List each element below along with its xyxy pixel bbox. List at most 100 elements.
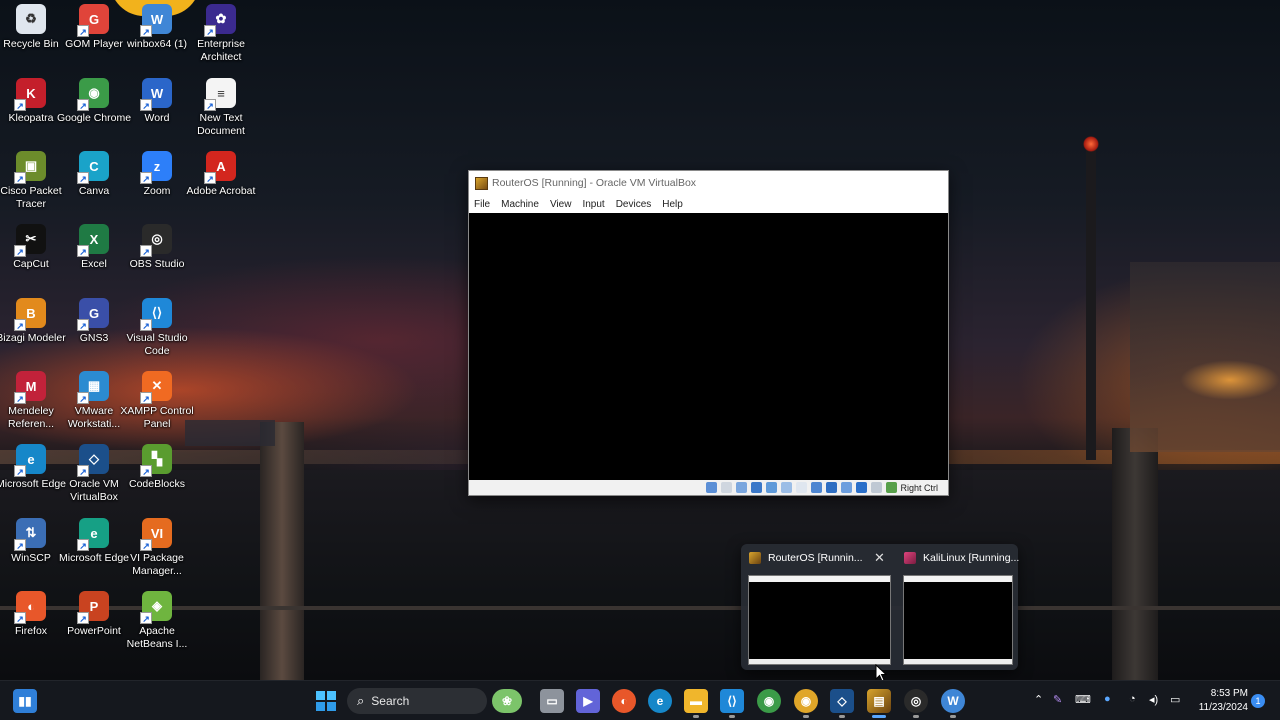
desktop-icon[interactable]: ◇ ↗ Oracle VM VirtualBox (60, 442, 128, 512)
desktop-icon[interactable]: ⇅ ↗ WinSCP (0, 516, 65, 586)
volume-icon[interactable]: ◂) (1149, 693, 1158, 706)
taskbar: ▮▮ ⌕ Search ❀ ▭ ▶ ◐ e ▬ ⟨⟩ ◉ ◉ ◇ ▤ ◎ W ⌃… (0, 680, 1280, 720)
virtualbox-vm-icon[interactable]: ▤ (867, 689, 891, 713)
obs-icon[interactable]: ◎ (904, 689, 928, 713)
chevron-up-icon[interactable]: ⌃ (1034, 693, 1043, 706)
desktop-icon[interactable]: ▣ ↗ Cisco Packet Tracer (0, 149, 65, 219)
vm-display[interactable] (469, 213, 948, 480)
desktop-icon[interactable]: z ↗ Zoom (123, 149, 191, 219)
mouse-integration-icon[interactable] (871, 482, 883, 493)
desktop-icon[interactable]: X ↗ Excel (60, 222, 128, 292)
usb-icon[interactable] (766, 482, 778, 493)
file-explorer-icon[interactable]: ▬ (684, 689, 708, 713)
desktop-icon[interactable]: W ↗ winbox64 (1) (123, 2, 191, 72)
desktop-icon[interactable]: ≡ ↗ New Text Document (187, 76, 255, 146)
desktop-icon[interactable]: ◎ ↗ OBS Studio (123, 222, 191, 292)
shortcut-arrow-icon: ↗ (77, 319, 89, 331)
menu-view[interactable]: View (550, 199, 572, 210)
copilot-icon[interactable]: ❀ (492, 689, 522, 713)
video-capture-icon[interactable] (811, 482, 823, 493)
desktop-icon[interactable]: ◉ ↗ Google Chrome (57, 76, 131, 146)
menu-file[interactable]: File (474, 199, 490, 210)
desktop-icon[interactable]: ◈ ↗ Apache NetBeans I... (123, 589, 191, 659)
network-icon[interactable] (751, 482, 763, 493)
storage-icon[interactable] (706, 482, 718, 493)
notification-badge[interactable]: 1 (1251, 694, 1265, 708)
widgets-icon[interactable]: ▮▮ (13, 689, 37, 713)
thumbnail-preview[interactable] (903, 575, 1013, 665)
keyboard-icon[interactable]: ⌨ (1075, 693, 1091, 706)
shortcut-arrow-icon: ↗ (77, 465, 89, 477)
window-titlebar[interactable]: RouterOS [Running] - Oracle VM VirtualBo… (469, 171, 948, 195)
menu-devices[interactable]: Devices (616, 199, 652, 210)
thumbnail-kalilinux[interactable]: KaliLinux [Running... (896, 544, 1019, 670)
start-button[interactable] (314, 689, 338, 713)
menu-input[interactable]: Input (582, 199, 604, 210)
close-icon[interactable]: ✕ (874, 550, 885, 566)
teams-icon[interactable]: ▶ (576, 689, 600, 713)
shortcut-arrow-icon: ↗ (140, 392, 152, 404)
edge-icon[interactable]: e (648, 689, 672, 713)
clock-date: 11/23/2024 (1198, 702, 1248, 713)
shortcut-arrow-icon: ↗ (204, 25, 216, 37)
wallpaper-ship (1130, 262, 1280, 452)
desktop-icon[interactable]: W ↗ Word (123, 76, 191, 146)
thumbnail-preview[interactable] (748, 575, 891, 665)
virtualbox-vm-icon (475, 176, 488, 190)
audio-icon[interactable] (736, 482, 748, 493)
desktop-icon[interactable]: A ↗ Adobe Acrobat (187, 149, 255, 219)
desktop-icon[interactable]: ◐ ↗ Firefox (0, 589, 65, 659)
task-view-icon[interactable]: ▭ (540, 689, 564, 713)
menu-help[interactable]: Help (662, 199, 683, 210)
virtualbox-vm-window[interactable]: RouterOS [Running] - Oracle VM VirtualBo… (468, 170, 949, 496)
display-icon[interactable] (796, 482, 808, 493)
firefox-icon[interactable]: ◐ (612, 689, 636, 713)
keyboard-capture-icon[interactable] (886, 482, 898, 493)
shortcut-arrow-icon: ↗ (77, 539, 89, 551)
desktop-icon[interactable]: ✂ ↗ CapCut (0, 222, 65, 292)
virtualbox-manager-icon[interactable]: ◇ (830, 689, 854, 713)
gns3-icon: G ↗ (77, 298, 109, 331)
monitor-icon[interactable] (826, 482, 838, 493)
wifi-icon[interactable]: ◔ (1129, 693, 1136, 705)
cpu-icon[interactable] (841, 482, 853, 493)
desktop-icon[interactable]: ▚ ↗ CodeBlocks (123, 442, 191, 512)
taskbar-search[interactable]: ⌕ Search (347, 688, 487, 714)
desktop-icon[interactable]: ♻ Recycle Bin (0, 2, 65, 72)
chrome-profile-icon[interactable]: ◉ (794, 689, 818, 713)
optical-drive-icon[interactable] (721, 482, 733, 493)
shortcut-arrow-icon: ↗ (140, 99, 152, 111)
microphone-icon[interactable]: ● (1104, 693, 1111, 705)
vt-x-icon[interactable] (856, 482, 868, 493)
capcut-icon: ✂ ↗ (14, 224, 46, 257)
battery-icon[interactable]: ▭ (1170, 693, 1180, 706)
wallpaper-rail (0, 606, 1280, 610)
desktop-icon[interactable]: ✿ ↗ Enterprise Architect (187, 2, 255, 72)
vi-package-manager-icon: VI ↗ (140, 518, 172, 551)
taskbar-thumbnail-popup: RouterOS [Runnin... ✕ KaliLinux [Running… (741, 544, 1019, 670)
menu-machine[interactable]: Machine (501, 199, 539, 210)
desktop-icon[interactable]: ✕ ↗ XAMPP Control Panel (120, 369, 194, 439)
desktop-icon[interactable]: G ↗ GOM Player (60, 2, 128, 72)
desktop-icon[interactable]: ⟨⟩ ↗ Visual Studio Code (123, 296, 191, 366)
shortcut-arrow-icon: ↗ (77, 172, 89, 184)
running-indicator (913, 715, 919, 718)
desktop-icon[interactable]: VI ↗ VI Package Manager... (123, 516, 191, 586)
chrome-icon[interactable]: ◉ (757, 689, 781, 713)
shared-folders-icon[interactable] (781, 482, 793, 493)
shortcut-arrow-icon: ↗ (204, 99, 216, 111)
firefox-icon: ◐ ↗ (14, 591, 46, 624)
shortcut-arrow-icon: ↗ (77, 99, 89, 111)
pen-icon[interactable]: ✎ (1053, 693, 1062, 706)
desktop-icon-label: Visual Studio Code (126, 332, 188, 357)
taskbar-clock[interactable]: 8:53 PM 11/23/2024 (1192, 687, 1248, 715)
winbox-icon[interactable]: W (941, 689, 965, 713)
vscode-icon[interactable]: ⟨⟩ (720, 689, 744, 713)
desktop-icon[interactable]: B ↗ Bizagi Modeler (0, 296, 66, 366)
wallpaper-distant-ship (185, 420, 275, 446)
desktop-icon[interactable]: K ↗ Kleopatra (0, 76, 65, 146)
desktop-icon-label: CodeBlocks (128, 478, 186, 490)
codeblocks-icon: ▚ ↗ (140, 444, 172, 477)
thumbnail-routeros[interactable]: RouterOS [Runnin... ✕ (741, 544, 891, 670)
desktop-icon[interactable]: C ↗ Canva (60, 149, 128, 219)
